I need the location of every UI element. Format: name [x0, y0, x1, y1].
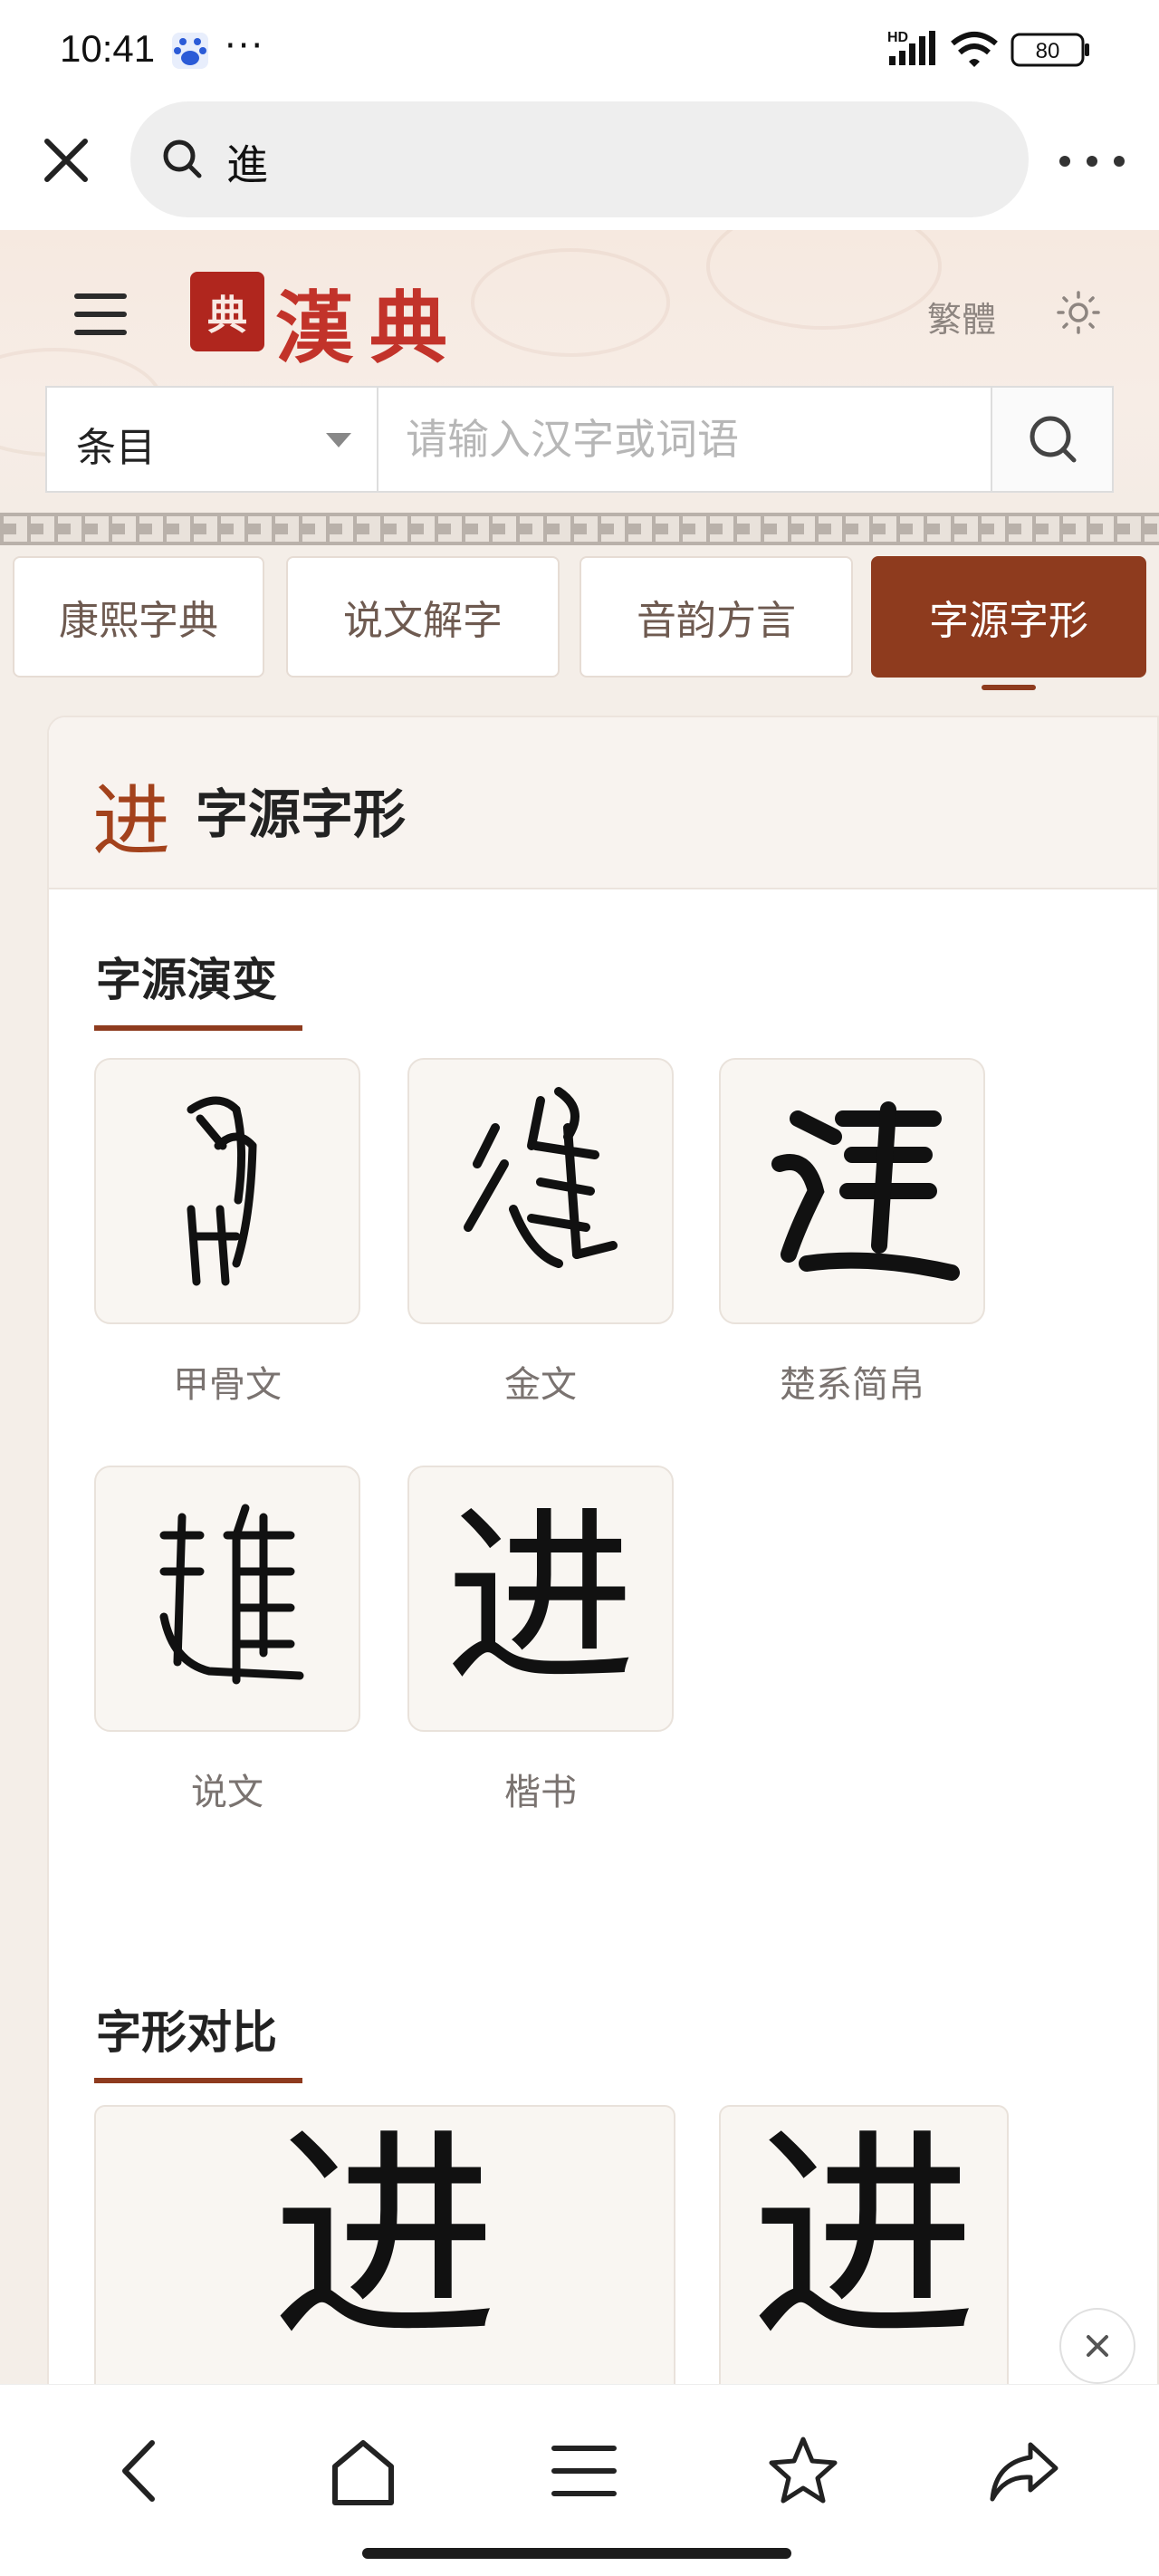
tabs-menu-button[interactable]	[543, 2430, 625, 2512]
more-button[interactable]	[1050, 134, 1132, 188]
search-scope-select[interactable]: 条目	[47, 388, 378, 491]
search-scope-value: 条目	[76, 425, 156, 471]
status-bar: 10:41 ··· HD 80	[0, 0, 1159, 98]
status-more-icon: ···	[225, 25, 265, 67]
kaishu-glyph: 进	[445, 1487, 636, 1709]
battery-level: 80	[1036, 39, 1060, 63]
search-icon	[1030, 416, 1077, 463]
close-icon	[1087, 2335, 1108, 2357]
glyph-bronze[interactable]	[407, 1058, 674, 1324]
close-button[interactable]	[34, 129, 98, 192]
tab-kangxi[interactable]: 康熙字典	[13, 556, 264, 678]
bronze-glyph	[464, 1087, 618, 1268]
wifi-icon	[951, 32, 998, 67]
section-title-compare: 字形对比	[96, 2006, 277, 2059]
theme-toggle-button[interactable]	[1056, 290, 1101, 335]
back-button[interactable]	[101, 2430, 183, 2512]
compare-glyph-1[interactable]: 进	[94, 2105, 675, 2389]
compare-glyph-text: 进	[751, 2106, 977, 2369]
tab-yinyun[interactable]: 音韵方言	[580, 556, 853, 678]
glyph-caption: 说文	[191, 1772, 263, 1813]
home-button[interactable]	[322, 2430, 404, 2512]
bookmark-button[interactable]	[762, 2430, 844, 2512]
tab-ziyuan[interactable]: 字源字形	[871, 556, 1146, 678]
tab-shuowen[interactable]: 说文解字	[286, 556, 560, 678]
caret-down-icon	[326, 433, 351, 447]
search-form: 条目	[45, 386, 1114, 493]
glyph-caption: 楚系简帛	[780, 1364, 924, 1406]
section-underline	[94, 1025, 302, 1031]
home-indicator[interactable]	[362, 2548, 791, 2559]
address-query: 進	[226, 140, 268, 189]
compare-glyph-2[interactable]: 进	[719, 2105, 1009, 2389]
site-logo[interactable]: 漢典	[275, 264, 464, 378]
glyph-chu-bamboo[interactable]	[719, 1058, 985, 1324]
hd-label: HD	[887, 30, 908, 45]
glyph-caption: 楷书	[504, 1772, 577, 1813]
ziyuan-card: 进 字源字形 字源演变 甲骨文 金文 楚系简帛 说文 进 楷书 字形对比 进 进	[47, 716, 1159, 2391]
logo-seal[interactable]: 典	[190, 272, 264, 351]
decorative-border	[0, 513, 1159, 545]
search-submit-button[interactable]	[991, 388, 1112, 491]
baidu-app-icon	[172, 33, 208, 69]
glyph-oracle-bone[interactable]	[94, 1058, 360, 1324]
menu-button[interactable]	[72, 286, 130, 344]
floating-close-button[interactable]	[1059, 2308, 1135, 2384]
card-character: 进	[92, 776, 170, 867]
address-bar[interactable]: 進	[130, 101, 1029, 217]
shuowen-seal-glyph	[159, 1504, 304, 1685]
back-icon	[122, 2440, 155, 2502]
dictionary-tabs: 康熙字典 说文解字 音韵方言 字源字形	[0, 556, 1159, 692]
search-icon	[163, 139, 202, 178]
site-header: 典 漢典 繁體 条目	[0, 230, 1159, 513]
active-tab-indicator	[982, 685, 1036, 690]
glyph-caption: 甲骨文	[173, 1364, 282, 1406]
cloud-decoration	[471, 248, 670, 357]
status-icons: HD 80	[887, 27, 1096, 72]
battery-icon: 80	[1011, 33, 1089, 67]
close-icon	[44, 139, 88, 182]
more-icon	[1059, 156, 1070, 167]
search-input[interactable]	[382, 388, 991, 491]
browser-bar: 進	[0, 98, 1159, 230]
star-icon	[769, 2437, 838, 2504]
glyph-caption: 金文	[504, 1364, 577, 1406]
sun-icon	[1057, 291, 1100, 334]
hamburger-icon	[74, 293, 127, 299]
card-header: 进 字源字形	[49, 717, 1157, 889]
cloud-decoration	[706, 230, 942, 330]
card-title: 字源字形	[196, 783, 407, 845]
oracle-bone-glyph	[187, 1096, 257, 1286]
home-icon	[332, 2440, 394, 2505]
share-icon	[990, 2442, 1058, 2502]
status-time: 10:41	[60, 27, 156, 70]
compare-glyph-text: 进	[272, 2106, 498, 2369]
chu-bamboo-glyph	[771, 1101, 960, 1281]
glyph-kaishu[interactable]: 进	[407, 1466, 674, 1732]
browser-bottom-nav	[0, 2384, 1159, 2576]
share-button[interactable]	[983, 2430, 1065, 2512]
menu-icon	[551, 2446, 617, 2496]
section-underline	[94, 2078, 302, 2083]
section-title-evolution: 字源演变	[96, 954, 277, 1006]
traditional-toggle[interactable]: 繁體	[927, 292, 996, 341]
glyph-shuowen-seal[interactable]	[94, 1466, 360, 1732]
